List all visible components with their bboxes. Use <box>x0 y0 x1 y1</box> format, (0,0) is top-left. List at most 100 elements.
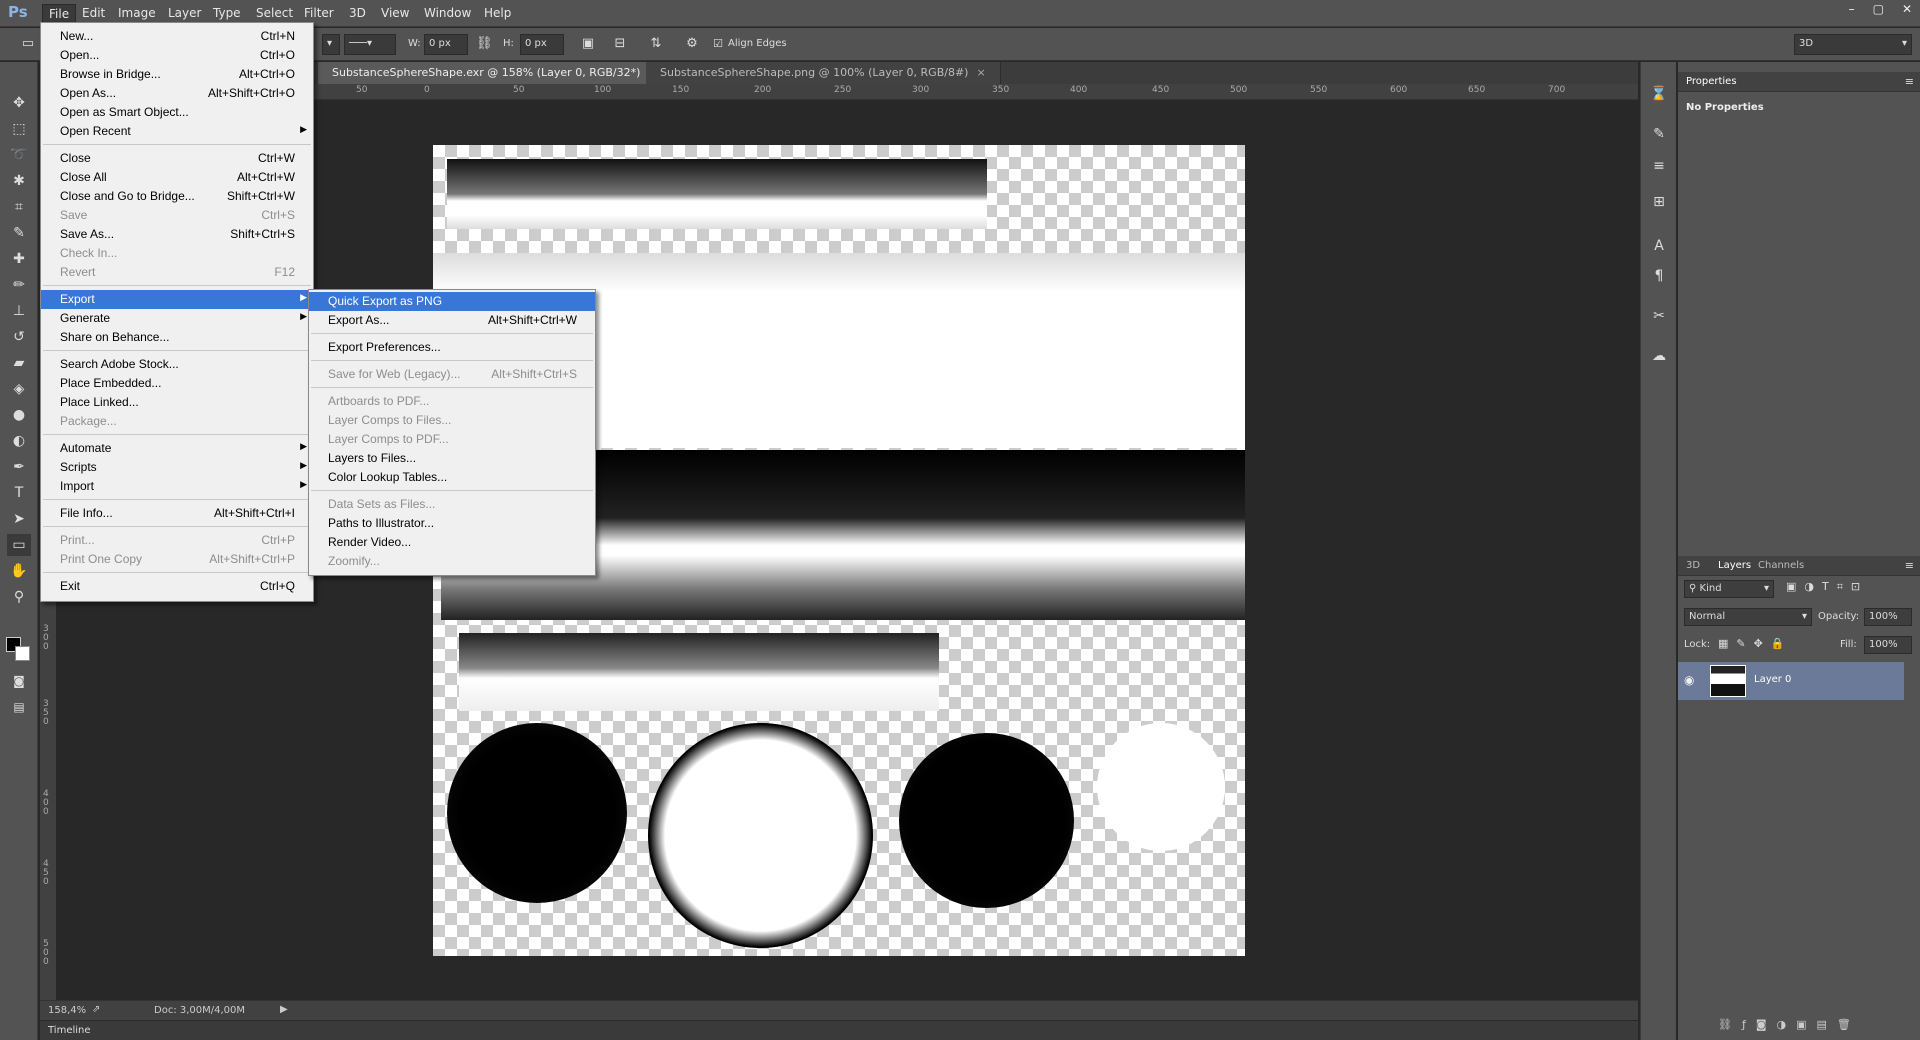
opacity-input[interactable]: 100% <box>1864 608 1912 626</box>
tab-3d[interactable]: 3D <box>1686 560 1700 571</box>
screen-mode-icon[interactable]: ▤ <box>7 696 31 718</box>
blur-tool-icon[interactable]: ● <box>7 404 31 426</box>
type-tool-icon[interactable]: T <box>7 482 31 504</box>
menu-item-new[interactable]: New... Ctrl+N <box>41 27 313 46</box>
menu-item-color-lookup[interactable]: Color Lookup Tables... <box>309 468 595 487</box>
quick-mask-icon[interactable]: ◙ <box>7 670 31 692</box>
menu-image[interactable]: Image <box>118 6 156 20</box>
menu-item-close[interactable]: Close Ctrl+W <box>41 149 313 168</box>
menu-item-share-behance[interactable]: Share on Behance... <box>41 328 313 347</box>
menu-item-generate[interactable]: Generate ▶ <box>41 309 313 328</box>
width-input[interactable]: 0 px <box>424 34 468 55</box>
path-alignment-icon[interactable]: ⊟ <box>612 36 628 52</box>
menu-3d[interactable]: 3D <box>349 6 366 20</box>
pen-tool-icon[interactable]: ✒ <box>7 456 31 478</box>
path-operations-icon[interactable]: ▣ <box>580 36 596 52</box>
paint-bucket-tool-icon[interactable]: ◈ <box>7 378 31 400</box>
menu-window[interactable]: Window <box>424 6 471 20</box>
status-menu-arrow-icon[interactable]: ▶ <box>280 1004 288 1015</box>
panel-menu-icon[interactable]: ≡ <box>1905 559 1914 572</box>
lock-icons[interactable]: ▦✎✥🔒 <box>1718 637 1793 650</box>
minimize-button[interactable]: – <box>1849 2 1855 16</box>
menu-item-save-as[interactable]: Save As... Shift+Ctrl+S <box>41 225 313 244</box>
tool-preset-icon[interactable]: ▭ <box>20 36 36 52</box>
move-tool-icon[interactable]: ✥ <box>7 92 31 114</box>
menu-item-close-go-bridge[interactable]: Close and Go to Bridge... Shift+Ctrl+W <box>41 187 313 206</box>
menu-item-layers-to-files[interactable]: Layers to Files... <box>309 449 595 468</box>
tab-substance-exr[interactable]: SubstanceSphereShape.exr @ 158% (Layer 0… <box>318 62 673 84</box>
menu-help[interactable]: Help <box>484 6 511 20</box>
lasso-tool-icon[interactable]: ➰ <box>7 144 31 166</box>
workspace-dropdown[interactable]: 3D ▾ <box>1794 34 1912 55</box>
layers-footer-icons[interactable]: ⛓ƒ◙◑▣▤🗑 <box>1718 1018 1861 1031</box>
stroke-type-dropdown[interactable]: ───▾ <box>344 34 396 55</box>
menu-item-paths-illustrator[interactable]: Paths to Illustrator... <box>309 514 595 533</box>
menu-type[interactable]: Type <box>213 6 241 20</box>
export-icon[interactable]: ⇗ <box>92 1004 100 1015</box>
history-brush-tool-icon[interactable]: ↺ <box>7 326 31 348</box>
menu-select[interactable]: Select <box>256 6 293 20</box>
visibility-eye-icon[interactable]: ◉ <box>1684 673 1694 687</box>
menu-layer[interactable]: Layer <box>168 6 201 20</box>
menu-edit[interactable]: Edit <box>82 6 105 20</box>
layer-filter-icons[interactable]: ▣◑T⌗⊡ <box>1786 580 1868 594</box>
tab-substance-png[interactable]: SubstanceSphereShape.png @ 100% (Layer 0… <box>646 62 1001 84</box>
close-tab-icon[interactable]: × <box>976 66 985 79</box>
rectangle-tool-icon[interactable]: ▭ <box>7 534 31 556</box>
eraser-tool-icon[interactable]: ▰ <box>7 352 31 374</box>
hand-tool-icon[interactable]: ✋ <box>7 560 31 582</box>
menu-item-automate[interactable]: Automate ▶ <box>41 439 313 458</box>
character-icon[interactable]: A <box>1649 238 1669 258</box>
paragraph-icon[interactable]: ¶ <box>1649 268 1669 288</box>
tool-presets-icon[interactable]: ✂ <box>1649 308 1669 328</box>
gear-icon[interactable]: ⚙ <box>684 36 700 52</box>
layer-row[interactable]: ◉ Layer 0 <box>1678 662 1904 700</box>
magic-wand-tool-icon[interactable]: ✱ <box>7 170 31 192</box>
menu-item-export-as[interactable]: Export As... Alt+Shift+Ctrl+W <box>309 311 595 330</box>
layer-filter-dropdown[interactable]: ⚲ Kind ▾ <box>1684 580 1774 598</box>
link-icon[interactable]: ⛓ <box>476 36 493 52</box>
menu-item-open-smart-object[interactable]: Open as Smart Object... <box>41 103 313 122</box>
tab-properties[interactable]: Properties <box>1686 76 1737 87</box>
menu-item-import[interactable]: Import ▶ <box>41 477 313 496</box>
dodge-tool-icon[interactable]: ◐ <box>7 430 31 452</box>
background-color-swatch[interactable] <box>15 646 30 661</box>
menu-item-file-info[interactable]: File Info... Alt+Shift+Ctrl+I <box>41 504 313 523</box>
menu-item-open[interactable]: Open... Ctrl+O <box>41 46 313 65</box>
marquee-tool-icon[interactable]: ⬚ <box>7 118 31 140</box>
menu-item-quick-export-png[interactable]: Quick Export as PNG <box>309 292 595 311</box>
menu-item-close-all[interactable]: Close All Alt+Ctrl+W <box>41 168 313 187</box>
timeline-tab[interactable]: Timeline <box>48 1025 91 1036</box>
menu-file[interactable]: File <box>42 4 77 24</box>
brush-tool-icon[interactable]: ✏ <box>7 274 31 296</box>
zoom-tool-icon[interactable]: ⚲ <box>7 586 31 608</box>
menu-item-open-recent[interactable]: Open Recent ▶ <box>41 122 313 141</box>
menu-item-export-preferences[interactable]: Export Preferences... <box>309 338 595 357</box>
menu-item-browse-bridge[interactable]: Browse in Bridge... Alt+Ctrl+O <box>41 65 313 84</box>
menu-item-exit[interactable]: Exit Ctrl+Q <box>41 577 313 596</box>
tab-channels[interactable]: Channels <box>1758 560 1804 571</box>
blend-mode-dropdown[interactable]: Normal ▾ <box>1684 608 1812 626</box>
path-arrangement-icon[interactable]: ⇅ <box>648 36 664 52</box>
history-icon[interactable]: ⌛ <box>1649 86 1669 106</box>
menu-item-export[interactable]: Export ▶ <box>41 290 313 309</box>
clone-source-icon[interactable]: ⊞ <box>1649 194 1669 214</box>
menu-item-search-stock[interactable]: Search Adobe Stock... <box>41 355 313 374</box>
crop-tool-icon[interactable]: ⌗ <box>7 196 31 218</box>
libraries-icon[interactable]: ☁ <box>1649 348 1669 368</box>
fill-input[interactable]: 100% <box>1864 636 1912 654</box>
layer-name[interactable]: Layer 0 <box>1754 674 1791 685</box>
menu-item-place-linked[interactable]: Place Linked... <box>41 393 313 412</box>
menu-item-render-video[interactable]: Render Video... <box>309 533 595 552</box>
restore-button[interactable]: ▢ <box>1873 2 1884 16</box>
menu-view[interactable]: View <box>381 6 409 20</box>
eyedropper-tool-icon[interactable]: ✎ <box>7 222 31 244</box>
menu-item-open-as[interactable]: Open As... Alt+Shift+Ctrl+O <box>41 84 313 103</box>
stamp-tool-icon[interactable]: ⊥ <box>7 300 31 322</box>
path-selection-tool-icon[interactable]: ➤ <box>7 508 31 530</box>
close-button[interactable]: ✕ <box>1902 2 1912 16</box>
menu-filter[interactable]: Filter <box>304 6 334 20</box>
healing-brush-tool-icon[interactable]: ✚ <box>7 248 31 270</box>
align-edges-checkbox[interactable]: ☑ <box>710 36 726 52</box>
menu-item-scripts[interactable]: Scripts ▶ <box>41 458 313 477</box>
